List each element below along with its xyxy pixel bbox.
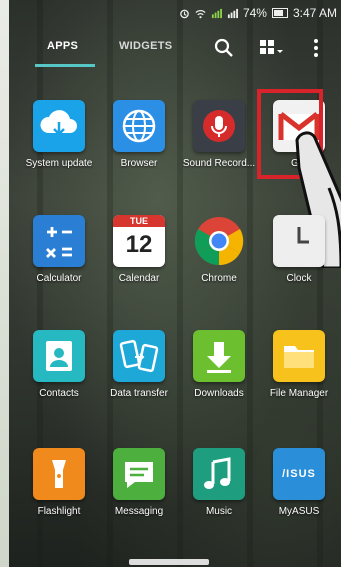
screen-frame: 74% 3:47 AM APPS WIDGETS System update B… bbox=[0, 0, 341, 567]
app-chrome[interactable]: Chrome bbox=[179, 215, 259, 284]
app-label: MyASUS bbox=[278, 506, 320, 517]
calendar-icon: TUE 12 bbox=[113, 215, 165, 267]
clock-icon bbox=[273, 215, 325, 267]
active-tab-indicator bbox=[35, 64, 95, 67]
app-calendar[interactable]: TUE 12 Calendar bbox=[99, 215, 179, 284]
tab-widgets[interactable]: WIDGETS bbox=[119, 40, 172, 52]
app-label: Flashlight bbox=[37, 506, 81, 517]
app-drawer: 74% 3:47 AM APPS WIDGETS System update B… bbox=[9, 0, 341, 567]
clock-time: 3:47 AM bbox=[292, 6, 337, 20]
app-label: Browser bbox=[120, 158, 158, 169]
more-options-icon[interactable] bbox=[312, 38, 320, 58]
calendar-date: 12 bbox=[125, 231, 153, 258]
app-label: Calculator bbox=[36, 273, 82, 284]
app-label: Messaging bbox=[114, 506, 164, 517]
app-label: Data transfer bbox=[110, 388, 168, 399]
app-label: Contacts bbox=[39, 388, 79, 399]
download-icon bbox=[193, 330, 245, 382]
status-bar: 74% 3:47 AM bbox=[9, 0, 341, 26]
app-label: Calendar bbox=[118, 273, 160, 284]
browser-globe-icon bbox=[113, 100, 165, 152]
app-contacts[interactable]: Contacts bbox=[19, 330, 99, 399]
microphone-icon bbox=[193, 100, 245, 152]
signal-icon bbox=[211, 8, 222, 18]
app-label: Chrome bbox=[201, 273, 237, 284]
app-messaging[interactable]: Messaging bbox=[99, 448, 179, 517]
drawer-tabs: APPS WIDGETS bbox=[9, 30, 341, 70]
app-label: Music bbox=[205, 506, 233, 517]
app-file-manager[interactable]: File Manager bbox=[259, 330, 339, 399]
app-calculator[interactable]: Calculator bbox=[19, 215, 99, 284]
calculator-icon bbox=[33, 215, 85, 267]
messaging-icon bbox=[113, 448, 165, 500]
calendar-day: TUE bbox=[113, 215, 165, 227]
tab-apps[interactable]: APPS bbox=[47, 40, 78, 52]
left-bezel bbox=[0, 0, 9, 567]
signal-icon-2 bbox=[227, 8, 238, 18]
search-icon[interactable] bbox=[214, 38, 234, 58]
app-label: Downloads bbox=[194, 388, 244, 399]
app-downloads[interactable]: Downloads bbox=[179, 330, 259, 399]
app-data-transfer[interactable]: Data transfer bbox=[99, 330, 179, 399]
data-transfer-icon bbox=[113, 330, 165, 382]
asus-logo-icon: /ISUS bbox=[273, 448, 325, 500]
music-note-icon bbox=[193, 448, 245, 500]
app-label: File Manager bbox=[269, 388, 329, 399]
alarm-icon bbox=[180, 9, 189, 18]
app-system-update[interactable]: System update bbox=[19, 100, 99, 169]
app-label: Clock bbox=[286, 273, 312, 284]
contacts-icon bbox=[33, 330, 85, 382]
app-sound-recorder[interactable]: Sound Record... bbox=[179, 100, 259, 169]
asus-logo-text: /ISUS bbox=[282, 468, 316, 480]
app-label: System update bbox=[25, 158, 93, 169]
app-myasus[interactable]: /ISUS MyASUS bbox=[259, 448, 339, 517]
app-flashlight[interactable]: Flashlight bbox=[19, 448, 99, 517]
folder-icon bbox=[273, 330, 325, 382]
battery-icon bbox=[271, 8, 288, 18]
app-browser[interactable]: Browser bbox=[99, 100, 179, 169]
chrome-icon bbox=[193, 215, 245, 267]
app-music[interactable]: Music bbox=[179, 448, 259, 517]
app-clock[interactable]: Clock bbox=[259, 215, 339, 284]
page-indicator bbox=[129, 559, 209, 565]
app-label: Sound Record... bbox=[182, 158, 256, 169]
flashlight-icon bbox=[33, 448, 85, 500]
view-options-icon[interactable] bbox=[259, 38, 285, 58]
system-update-icon bbox=[33, 100, 85, 152]
battery-percent: 74% bbox=[242, 6, 267, 20]
wifi-icon bbox=[195, 9, 206, 18]
